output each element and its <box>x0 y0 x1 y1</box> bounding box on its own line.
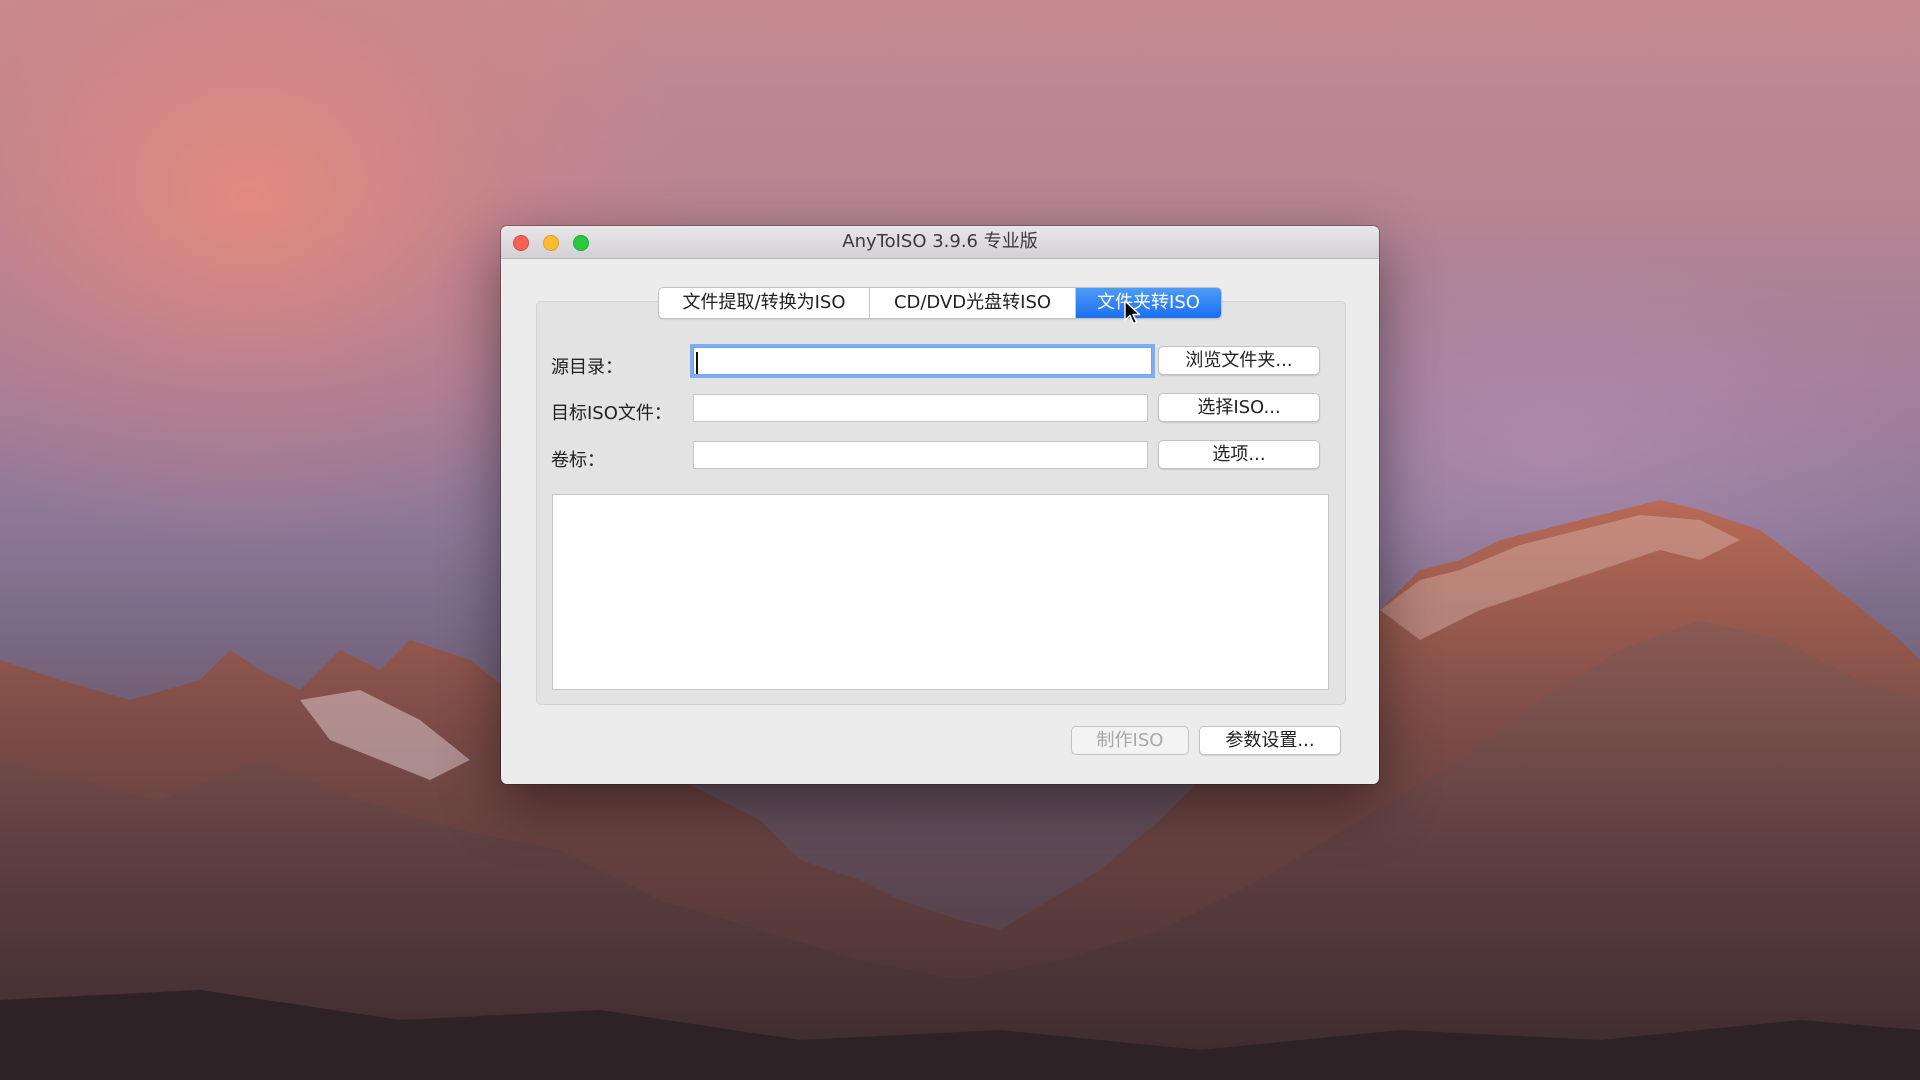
options-button[interactable]: 选项... <box>1158 440 1320 469</box>
source-dir-input[interactable] <box>693 347 1152 375</box>
title-bar[interactable]: AnyToISO 3.9.6 专业版 <box>501 226 1379 259</box>
text-caret <box>696 352 698 374</box>
browse-folder-button[interactable]: 浏览文件夹... <box>1158 346 1320 375</box>
volume-label: 卷标： <box>551 450 605 471</box>
log-text-area[interactable] <box>552 494 1329 690</box>
target-iso-input[interactable] <box>693 394 1148 422</box>
source-dir-label: 源目录： <box>551 357 623 378</box>
choose-iso-button[interactable]: 选择ISO... <box>1158 393 1320 422</box>
arrow-cursor-icon <box>1124 300 1141 325</box>
tab-folder-to-iso[interactable]: 文件夹转ISO <box>1076 288 1221 318</box>
app-window: AnyToISO 3.9.6 专业版 文件提取/转换为ISO CD/DVD光盘转… <box>501 226 1379 784</box>
make-iso-button[interactable]: 制作ISO <box>1071 726 1189 755</box>
window-title: AnyToISO 3.9.6 专业版 <box>842 231 1038 252</box>
settings-button[interactable]: 参数设置... <box>1199 726 1341 755</box>
target-iso-label: 目标ISO文件： <box>551 403 672 424</box>
tab-extract-convert[interactable]: 文件提取/转换为ISO <box>659 288 870 318</box>
volume-input[interactable] <box>693 441 1148 469</box>
tab-cd-dvd[interactable]: CD/DVD光盘转ISO <box>870 288 1076 318</box>
